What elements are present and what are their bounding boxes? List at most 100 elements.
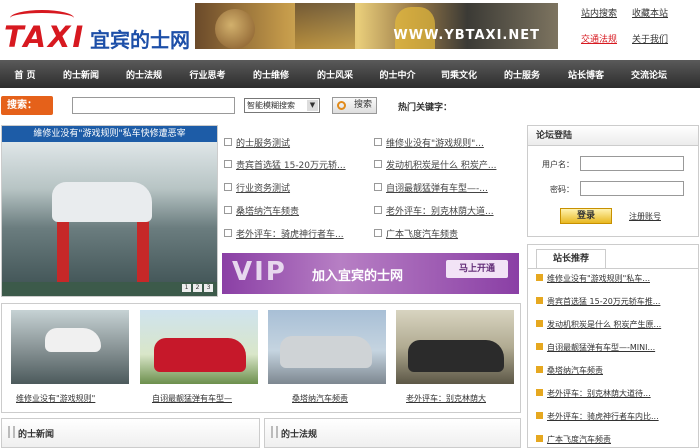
recommend-item-label: 广本飞度汽车频责 — [547, 435, 611, 444]
register-link[interactable]: 注册账号 — [629, 211, 661, 222]
recommend-item-label: 维修业没有"游戏规则"私车... — [547, 274, 650, 283]
news-item[interactable]: 广本飞度汽车频责 — [373, 227, 458, 240]
section-title[interactable]: 的士法规 — [270, 426, 317, 440]
nav-blog[interactable]: 站长博客 — [554, 68, 618, 81]
news-item[interactable]: 老外评车：别克林荫大道... — [374, 204, 494, 217]
thumbnail-image[interactable] — [268, 310, 386, 384]
recommend-item[interactable]: 老外评车：骑虎神行者车内比... — [536, 411, 659, 422]
search-button-label: 搜索 — [353, 100, 372, 110]
recommend-item[interactable]: 老外评车：别克林荫大道待... — [536, 388, 651, 399]
thumbnail-image[interactable] — [140, 310, 258, 384]
news-item[interactable]: 的士服务测试 — [223, 136, 290, 149]
header: TAXI 宜宾的士网 WWW.YBTAXI.NET 站内搜索 收藏本站 交通法规… — [0, 0, 700, 60]
news-item[interactable]: 贵宾首选猛 15-20万元轿... — [224, 158, 346, 171]
tab-editor-recommend[interactable]: 站长推荐 — [536, 249, 606, 269]
forum-login-panel: 论坛登陆 用户名： 密码： 登录 注册账号 — [527, 125, 699, 237]
car-on-lift — [52, 182, 152, 222]
search-label: 搜索： — [1, 96, 53, 115]
about-us-link[interactable]: 关于我们 — [632, 32, 668, 45]
section-taxi-news: 的士新闻 — [1, 418, 260, 448]
header-banner[interactable]: WWW.YBTAXI.NET — [195, 3, 558, 49]
logo-taxi-text: TAXI — [4, 20, 86, 54]
news-item[interactable]: 发动机积炭是什么 积炭产... — [373, 158, 496, 171]
nav-taxi-rules[interactable]: 的士法规 — [112, 68, 176, 81]
username-field[interactable] — [580, 156, 684, 171]
bookmark-link[interactable]: 收藏本站 — [632, 6, 668, 19]
nav-culture[interactable]: 司乘文化 — [428, 68, 490, 81]
editor-recommend-panel: 站长推荐 维修业没有"游戏规则"私车... 贵宾首选猛 15-20万元轿车推..… — [527, 244, 699, 448]
nav-industry[interactable]: 行业思考 — [176, 68, 239, 81]
site-logo[interactable]: TAXI 宜宾的士网 — [4, 10, 194, 54]
password-label: 密码： — [550, 185, 574, 194]
nav-agency[interactable]: 的士中介 — [367, 68, 428, 81]
section-title[interactable]: 的士新闻 — [7, 426, 54, 440]
chevron-down-icon[interactable]: ▼ — [307, 100, 318, 111]
login-button[interactable]: 登录 — [560, 208, 612, 224]
lift-post — [57, 217, 69, 287]
news-item[interactable]: 维修业没有"游戏规则"... — [374, 136, 484, 149]
featured-slideshow[interactable]: 維修业没有"游戏规则"私车快修遭恶宰 1 2 3 — [1, 125, 218, 297]
thumbnail-image[interactable] — [11, 310, 129, 384]
recommend-item-label: 老外评车：骑虎神行者车内比... — [547, 412, 659, 421]
recommend-item[interactable]: 贵宾首选猛 15-20万元轿车推... — [536, 296, 660, 307]
photo-thumbnails: 维修业没有"游戏规则" 自诩最靓猛弹有车型— 桑塔纳汽车频责 老外评车：别克林荫… — [1, 303, 521, 413]
recommend-item-label: 老外评车：别克林荫大道待... — [547, 389, 651, 398]
banner-url: WWW.YBTAXI.NET — [393, 28, 540, 43]
hot-keywords-label: 热门关键字： — [398, 103, 453, 113]
nav-home[interactable]: 首 页 — [0, 68, 50, 81]
nav-repair[interactable]: 的士维修 — [239, 68, 303, 81]
slide-image[interactable] — [2, 142, 217, 296]
car-shape — [408, 340, 504, 372]
nav-taxi-news[interactable]: 的士新闻 — [50, 68, 112, 81]
car-shape — [280, 336, 372, 368]
car-shape — [45, 328, 101, 352]
banner-figure — [295, 3, 355, 49]
news-item[interactable]: 桑塔纳汽车频责 — [223, 204, 299, 217]
username-label: 用户名： — [542, 160, 574, 169]
lift-post — [137, 217, 149, 287]
recommend-item[interactable]: 维修业没有"游戏规则"私车... — [536, 273, 650, 284]
recommend-item-label: 自诩最靓猛弹有车型—-MINI... — [547, 343, 656, 352]
recommend-item-label: 发动机积炭是什么 积炭产生原... — [547, 320, 662, 329]
thumbnail-caption[interactable]: 老外评车：别克林荫大 — [406, 393, 486, 404]
logo-chinese-text: 宜宾的士网 — [90, 28, 190, 52]
recommend-item[interactable]: 桑塔纳汽车频责 — [536, 365, 603, 376]
news-item[interactable]: 自诩最靓猛弹有车型—-... — [374, 181, 488, 194]
site-search-link[interactable]: 站内搜索 — [581, 6, 617, 19]
recommend-item-label: 桑塔纳汽车频责 — [547, 366, 603, 375]
news-item[interactable]: 行业资务测试 — [223, 181, 290, 194]
news-item[interactable]: 老外评车：骑虎神行者车... — [224, 227, 344, 240]
car-shape — [154, 338, 246, 372]
recommend-item-label: 贵宾首选猛 15-20万元轿车推... — [547, 297, 661, 306]
slide-page-3[interactable]: 3 — [204, 284, 213, 292]
search-input[interactable] — [72, 97, 235, 114]
vip-logo-text: VIP — [232, 257, 287, 287]
slide-page-2[interactable]: 2 — [193, 284, 202, 292]
recommend-item[interactable]: 广本飞度汽车频责 — [536, 434, 611, 445]
section-taxi-rules: 的士法规 — [264, 418, 521, 448]
nav-style[interactable]: 的士风采 — [303, 68, 367, 81]
thumbnail-image[interactable] — [396, 310, 514, 384]
password-field[interactable] — [580, 181, 684, 196]
search-button[interactable]: 搜索 — [332, 97, 377, 114]
slide-pager: 1 2 3 — [182, 284, 213, 292]
search-bar: 搜索： 智能模糊搜索 ▼ 搜索 热门关键字： — [0, 95, 700, 117]
banner-figure — [215, 9, 255, 49]
vip-open-button[interactable]: 马上开通 — [446, 260, 508, 278]
search-mode-select[interactable]: 智能模糊搜索 ▼ — [244, 98, 320, 113]
slide-caption[interactable]: 維修业没有"游戏规则"私车快修遭恶宰 — [2, 126, 217, 142]
vip-text: 加入宜宾的士网 — [312, 269, 404, 284]
main-nav: 首 页 的士新闻 的士法规 行业思考 的士维修 的士风采 的士中介 司乘文化 的… — [0, 60, 700, 88]
login-title: 论坛登陆 — [528, 126, 698, 146]
nav-forum[interactable]: 交流论坛 — [618, 68, 680, 81]
thumbnail-caption[interactable]: 桑塔纳汽车频责 — [292, 393, 348, 404]
vip-banner[interactable]: VIP 加入宜宾的士网 马上开通 — [222, 253, 519, 294]
thumbnail-caption[interactable]: 维修业没有"游戏规则" — [16, 393, 95, 404]
search-mode-value: 智能模糊搜索 — [247, 101, 295, 110]
traffic-rules-link[interactable]: 交通法规 — [581, 32, 617, 45]
slide-page-1[interactable]: 1 — [182, 284, 191, 292]
thumbnail-caption[interactable]: 自诩最靓猛弹有车型— — [152, 393, 232, 404]
recommend-item[interactable]: 自诩最靓猛弹有车型—-MINI... — [536, 342, 655, 353]
recommend-item[interactable]: 发动机积炭是什么 积炭产生原... — [536, 319, 661, 330]
nav-service[interactable]: 的士服务 — [490, 68, 554, 81]
